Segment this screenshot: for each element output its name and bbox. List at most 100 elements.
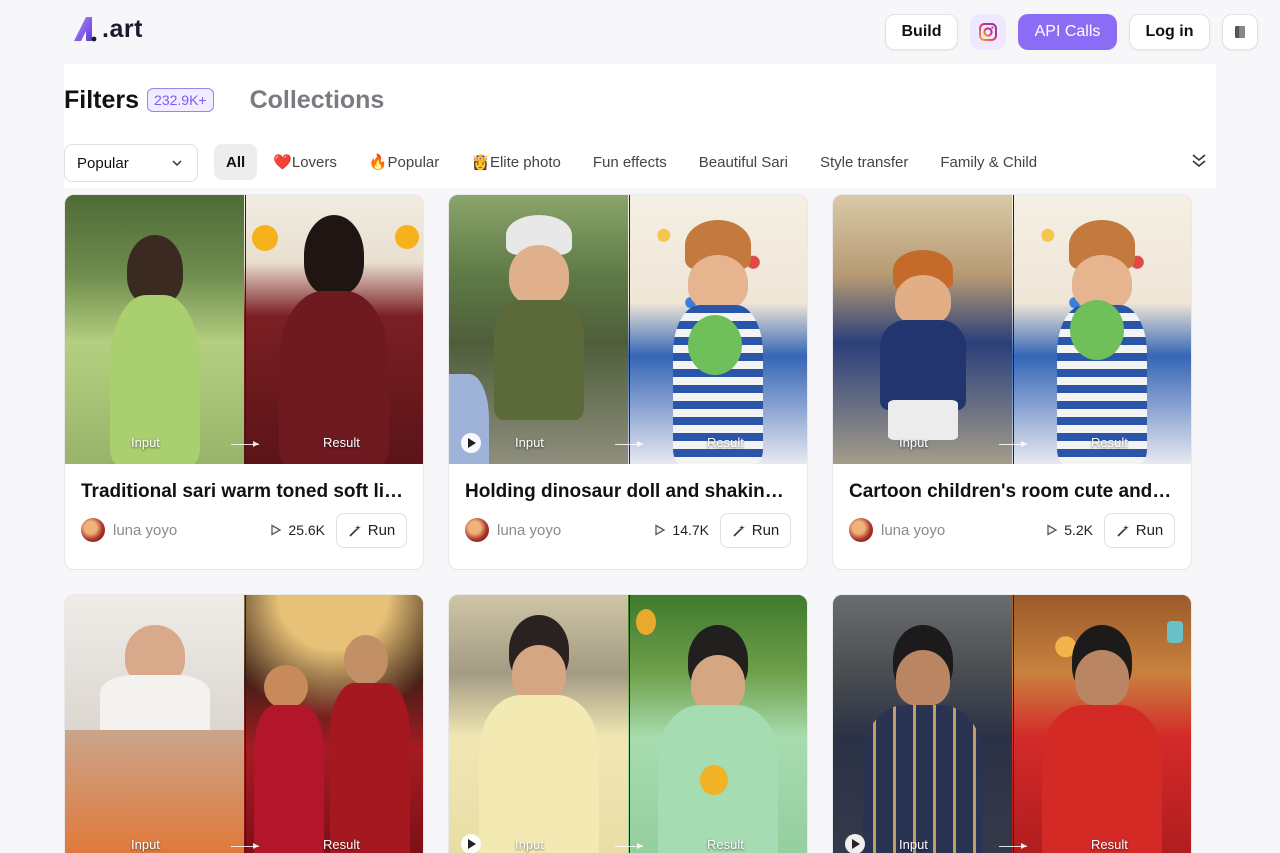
card-preview[interactable]: Input Result bbox=[65, 595, 423, 853]
brand-logo[interactable]: .art bbox=[72, 14, 143, 44]
play-icon[interactable] bbox=[461, 834, 481, 853]
card-title: Holding dinosaur doll and shaking head bbox=[465, 481, 791, 502]
result-label: Result bbox=[707, 837, 744, 852]
run-count-value: 5.2K bbox=[1064, 522, 1093, 538]
chip-elite-photo[interactable]: 👸Elite photo bbox=[455, 144, 577, 180]
card-preview[interactable]: Input Result bbox=[833, 195, 1191, 464]
expand-chips-icon[interactable] bbox=[1192, 152, 1206, 168]
api-calls-button[interactable]: API Calls bbox=[1018, 14, 1117, 50]
run-button-label: Run bbox=[751, 522, 780, 539]
magic-wand-icon bbox=[349, 524, 361, 537]
input-image bbox=[449, 595, 628, 853]
input-label: Input bbox=[515, 837, 544, 852]
category-chips: All ❤️Lovers 🔥Popular 👸Elite photo Fun e… bbox=[214, 144, 1053, 180]
avatar bbox=[849, 518, 873, 542]
run-button[interactable]: Run bbox=[336, 513, 407, 548]
filter-card[interactable]: Input Result bbox=[832, 594, 1192, 853]
sort-selected-value: Popular bbox=[77, 154, 129, 172]
chip-family-child[interactable]: Family & Child bbox=[924, 144, 1053, 180]
arrow-right-icon bbox=[615, 441, 643, 447]
input-label: Input bbox=[899, 435, 928, 450]
view-tabs: Filters 232.9K+ Collections bbox=[64, 84, 384, 116]
instagram-button[interactable] bbox=[970, 14, 1006, 50]
author-name: luna yoyo bbox=[113, 521, 178, 539]
card-preview[interactable]: Input Result bbox=[833, 595, 1191, 853]
author-name: luna yoyo bbox=[881, 521, 946, 539]
input-image bbox=[449, 195, 628, 464]
menu-button[interactable] bbox=[1222, 14, 1258, 50]
input-image bbox=[65, 595, 244, 853]
chip-style-transfer[interactable]: Style transfer bbox=[804, 144, 924, 180]
filter-panel: Filters 232.9K+ Collections Popular All … bbox=[64, 64, 1216, 188]
logo-icon bbox=[74, 17, 97, 42]
result-image bbox=[1012, 195, 1191, 464]
run-count-value: 14.7K bbox=[672, 522, 709, 538]
run-count: 14.7K bbox=[654, 522, 709, 538]
input-label: Input bbox=[131, 435, 160, 450]
filter-card[interactable]: Input Result Cartoon children's room cut… bbox=[832, 194, 1192, 570]
result-label: Result bbox=[1091, 435, 1128, 450]
result-label: Result bbox=[323, 435, 360, 450]
input-image bbox=[65, 195, 244, 464]
card-preview[interactable]: Input Result bbox=[65, 195, 423, 464]
magic-wand-icon bbox=[1117, 524, 1129, 537]
compare-divider bbox=[245, 595, 246, 853]
logo-text: .art bbox=[102, 14, 143, 43]
input-image bbox=[833, 195, 1012, 464]
chevron-down-icon bbox=[172, 160, 182, 167]
chip-fun-effects[interactable]: Fun effects bbox=[577, 144, 683, 180]
play-icon[interactable] bbox=[461, 433, 481, 453]
chip-all[interactable]: All bbox=[214, 144, 258, 180]
tab-filters[interactable]: Filters bbox=[64, 86, 139, 115]
run-count-value: 25.6K bbox=[288, 522, 325, 538]
card-author[interactable]: luna yoyo bbox=[81, 518, 177, 542]
run-count: 5.2K bbox=[1046, 522, 1093, 538]
magic-wand-icon bbox=[733, 524, 745, 537]
play-icon[interactable] bbox=[845, 834, 865, 853]
filter-card[interactable]: Input Result bbox=[64, 594, 424, 853]
chip-beautiful-sari[interactable]: Beautiful Sari bbox=[683, 144, 804, 180]
filter-card[interactable]: Input Result bbox=[448, 594, 808, 853]
card-preview[interactable]: Input Result bbox=[449, 595, 807, 853]
input-label: Input bbox=[515, 435, 544, 450]
run-button[interactable]: Run bbox=[720, 513, 791, 548]
result-image bbox=[244, 595, 423, 853]
input-image bbox=[833, 595, 1012, 853]
arrow-right-icon bbox=[999, 843, 1027, 849]
card-author[interactable]: luna yoyo bbox=[849, 518, 945, 542]
login-button[interactable]: Log in bbox=[1129, 14, 1210, 50]
chip-popular[interactable]: 🔥Popular bbox=[353, 144, 455, 180]
card-title: Cartoon children's room cute and playful bbox=[849, 481, 1175, 502]
compare-divider bbox=[629, 595, 630, 853]
run-count: 25.6K bbox=[270, 522, 325, 538]
result-label: Result bbox=[1091, 837, 1128, 852]
input-label: Input bbox=[131, 837, 160, 852]
play-outline-icon bbox=[1047, 524, 1058, 536]
book-icon bbox=[1235, 26, 1245, 38]
instagram-icon bbox=[979, 23, 997, 41]
chip-lovers[interactable]: ❤️Lovers bbox=[257, 144, 353, 180]
card-preview[interactable]: Input Result bbox=[449, 195, 807, 464]
arrow-right-icon bbox=[231, 843, 259, 849]
compare-divider bbox=[1013, 595, 1014, 853]
result-image bbox=[1012, 595, 1191, 853]
card-author[interactable]: luna yoyo bbox=[465, 518, 561, 542]
avatar bbox=[465, 518, 489, 542]
arrow-right-icon bbox=[615, 843, 643, 849]
result-label: Result bbox=[323, 837, 360, 852]
result-label: Result bbox=[707, 435, 744, 450]
play-outline-icon bbox=[271, 524, 282, 536]
top-bar: .art Build API Calls Log in bbox=[0, 0, 1280, 64]
compare-divider bbox=[629, 195, 630, 464]
filters-count-badge: 232.9K+ bbox=[147, 88, 214, 112]
sort-dropdown[interactable]: Popular bbox=[64, 144, 198, 182]
filter-card[interactable]: Input Result Holding dinosaur doll and s… bbox=[448, 194, 808, 570]
run-button[interactable]: Run bbox=[1104, 513, 1175, 548]
build-button[interactable]: Build bbox=[885, 14, 958, 50]
filter-card[interactable]: Input Result Traditional sari warm toned… bbox=[64, 194, 424, 570]
author-name: luna yoyo bbox=[497, 521, 562, 539]
input-label: Input bbox=[899, 837, 928, 852]
tab-collections[interactable]: Collections bbox=[250, 86, 385, 115]
result-image bbox=[628, 595, 807, 853]
run-button-label: Run bbox=[1135, 522, 1164, 539]
